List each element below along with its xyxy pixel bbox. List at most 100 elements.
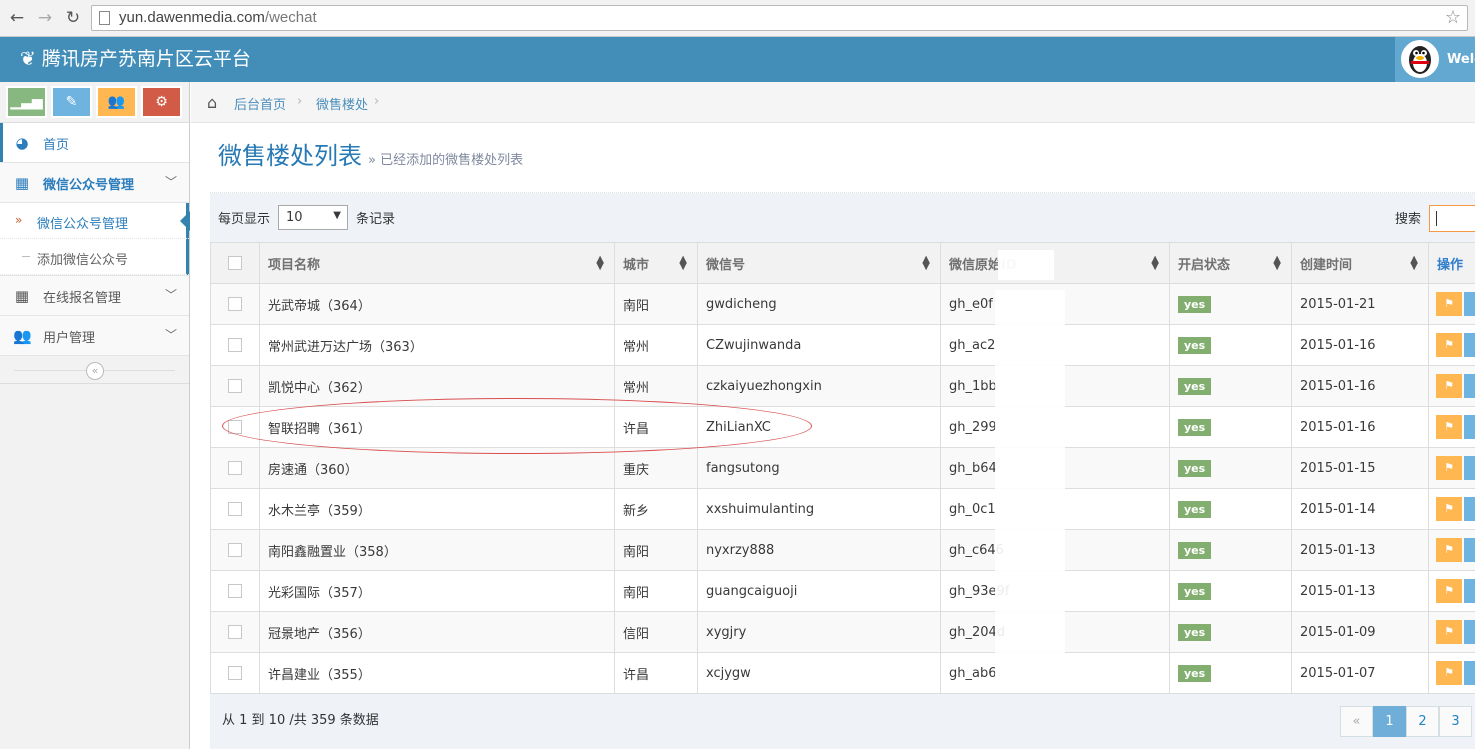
group-shortcut-button[interactable]: 👥 (96, 86, 137, 118)
row-checkbox[interactable] (228, 625, 242, 639)
row-checkbox[interactable] (228, 461, 242, 475)
cogs-shortcut-button[interactable]: ⚙ (141, 86, 182, 118)
breadcrumb-home[interactable]: 后台首页 (234, 94, 286, 113)
cell-actions: ⚑ (1428, 652, 1475, 694)
edit-button[interactable] (1464, 415, 1475, 439)
flag-button[interactable]: ⚑ (1436, 661, 1462, 685)
column-header-city[interactable]: 城市 ▲ ▼ (614, 242, 698, 284)
bookmark-star-icon[interactable]: ☆ (1445, 7, 1461, 28)
sidebar-item-wechat-management[interactable]: ▦ 微信公众号管理 ﹀ (0, 163, 189, 203)
forward-icon[interactable]: → (35, 8, 55, 28)
submenu-item-add-wechat[interactable]: 添加微信公众号 (0, 239, 189, 275)
collapse-double-left-icon[interactable]: « (86, 362, 104, 380)
table-row: 水木兰亭（359） 新乡 xxshuimulanting gh_0c1 yes 2015-… (210, 488, 1475, 530)
row-checkbox[interactable] (228, 297, 242, 311)
flag-button[interactable]: ⚑ (1436, 456, 1462, 480)
submenu-item-wechat-list[interactable]: » 微信公众号管理 (0, 203, 190, 239)
sidebar-shortcuts: ▁▃▅ ✎ 👥 ⚙ (0, 82, 189, 123)
edit-button[interactable] (1464, 456, 1475, 480)
cell-actions: ⚑ (1428, 406, 1475, 448)
sidebar-item-online-registration[interactable]: ▦ 在线报名管理 ﹀ (0, 276, 189, 316)
flag-button[interactable]: ⚑ (1436, 497, 1462, 521)
chevron-down-icon: ﹀ (164, 288, 177, 302)
top-navbar: ❦腾讯房产苏南片区云平台 Welc (0, 37, 1475, 82)
flag-button[interactable]: ⚑ (1436, 333, 1462, 357)
row-checkbox[interactable] (228, 584, 242, 598)
cell-name: 凯悦中心（362） (259, 365, 615, 407)
row-checkbox[interactable] (228, 379, 242, 393)
cell-city: 南阳 (614, 283, 698, 325)
cell-city: 许昌 (614, 406, 698, 448)
sidebar-item-user-management[interactable]: 👥 用户管理 ﹀ (0, 316, 189, 356)
flag-button[interactable]: ⚑ (1436, 620, 1462, 644)
pagination-page-2[interactable]: 2 (1406, 706, 1439, 737)
row-checkbox[interactable] (228, 543, 242, 557)
column-header-name[interactable]: 项目名称 ▲ ▼ (259, 242, 615, 284)
row-checkbox[interactable] (228, 502, 242, 516)
dashboard-icon: ◕ (15, 134, 29, 152)
cell-wechat: fangsutong (697, 447, 941, 489)
select-all-checkbox[interactable] (228, 256, 242, 270)
user-menu[interactable]: Welc (1395, 37, 1475, 82)
pagination-prev[interactable]: « (1340, 706, 1373, 737)
flag-button[interactable]: ⚑ (1436, 292, 1462, 316)
column-header-wechat[interactable]: 微信号 ▲ ▼ (697, 242, 941, 284)
cell-actions: ⚑ (1428, 447, 1475, 489)
address-bar[interactable]: yun.dawenmedia.com/wechat ☆ (91, 5, 1468, 31)
column-header-raw-id[interactable]: 微信原始ID ▲ ▼ (940, 242, 1170, 284)
edit-button[interactable] (1464, 538, 1475, 562)
cell-wechat: czkaiyuezhongxin (697, 365, 941, 407)
signal-shortcut-button[interactable]: ▁▃▅ (6, 86, 47, 118)
cell-status: yes (1169, 365, 1292, 407)
page-title: 微售楼处列表 (218, 142, 362, 170)
edit-button[interactable] (1464, 292, 1475, 316)
row-checkbox[interactable] (228, 338, 242, 352)
edit-button[interactable] (1464, 497, 1475, 521)
flag-button[interactable]: ⚑ (1436, 415, 1462, 439)
sort-icon: ▲ ▼ (1273, 254, 1281, 272)
sort-icon: ▲ ▼ (1151, 254, 1159, 272)
table-row: 常州武进万达广场（363） 常州 CZwujinwanda gh_ac2 yes 2015… (210, 324, 1475, 366)
flag-button[interactable]: ⚑ (1436, 374, 1462, 398)
table-header-row: 项目名称 ▲ ▼ 城市 ▲ ▼ 微信号 ▲ ▼ 微信原始ID ▲ ▼ 开启状态 ▲ ▼ 创建时间 ▲ ▼… (210, 242, 1475, 284)
edit-button[interactable] (1464, 620, 1475, 644)
cell-actions: ⚑ (1428, 365, 1475, 407)
pencil-icon: ✎ (65, 94, 78, 110)
row-checkbox[interactable] (228, 420, 242, 434)
column-header-status[interactable]: 开启状态 ▲ ▼ (1169, 242, 1292, 284)
cell-status: yes (1169, 406, 1292, 448)
home-icon[interactable]: ⌂ (207, 93, 217, 112)
cell-status: yes (1169, 652, 1292, 694)
status-badge: yes (1178, 623, 1212, 641)
submenu-item-label: 添加微信公众号 (37, 253, 129, 268)
url-text[interactable]: yun.dawenmedia.com/wechat (119, 9, 317, 26)
edit-button[interactable] (1464, 374, 1475, 398)
cell-name: 光彩国际（357） (259, 570, 615, 612)
cell-wechat: nyxrzy888 (697, 529, 941, 571)
edit-button[interactable] (1464, 333, 1475, 357)
pagination-page-1[interactable]: 1 (1373, 706, 1406, 737)
pagination-page-3[interactable]: 3 (1439, 706, 1472, 737)
search-input[interactable] (1429, 205, 1475, 232)
row-checkbox[interactable] (228, 666, 242, 680)
cell-actions: ⚑ (1428, 570, 1475, 612)
cell-city: 重庆 (614, 447, 698, 489)
back-icon[interactable]: ← (7, 8, 27, 28)
reload-icon[interactable]: ↻ (63, 8, 83, 28)
sort-icon: ▲ ▼ (922, 254, 930, 272)
sidebar-item-home[interactable]: ◕ 首页 (0, 123, 189, 163)
cell-wechat: xxshuimulanting (697, 488, 941, 530)
chevron-down-icon: ﹀ (164, 328, 177, 342)
flag-button[interactable]: ⚑ (1436, 538, 1462, 562)
cell-created: 2015-01-14 (1291, 488, 1429, 530)
edit-button[interactable] (1464, 579, 1475, 603)
column-header-created[interactable]: 创建时间 ▲ ▼ (1291, 242, 1429, 284)
brand[interactable]: ❦ 腾讯房产苏南片区云平台 (20, 47, 251, 71)
edit-button[interactable] (1464, 661, 1475, 685)
status-badge: yes (1178, 541, 1212, 559)
breadcrumb-current[interactable]: 微售楼处 (316, 94, 368, 113)
per-page-select[interactable]: 10 ▼ (278, 205, 348, 230)
flag-button[interactable]: ⚑ (1436, 579, 1462, 603)
table-row: 南阳鑫融置业（358） 南阳 nyxrzy888 gh_c646 yes 2015-01-… (210, 529, 1475, 571)
pencil-shortcut-button[interactable]: ✎ (51, 86, 92, 118)
